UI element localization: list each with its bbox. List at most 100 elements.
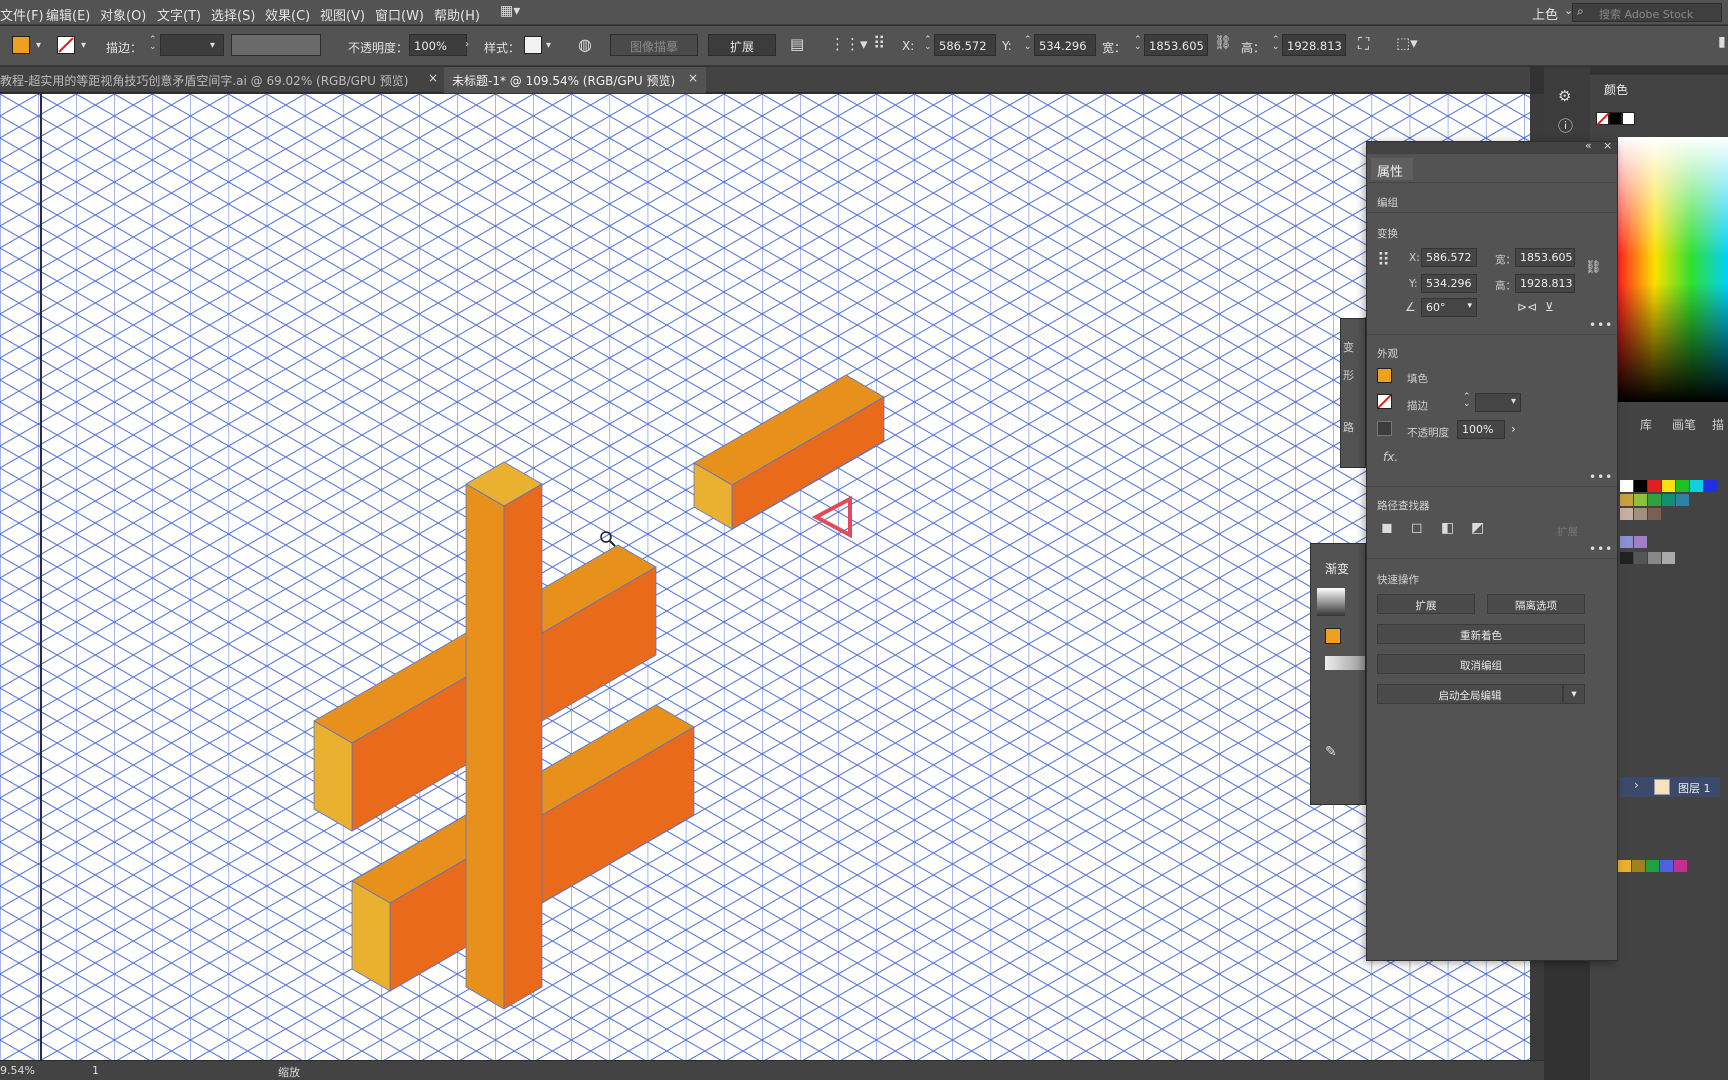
swatch-steel[interactable] [1676,494,1689,506]
shape-tab[interactable]: 形 [1343,367,1354,383]
graphic-style-swatch[interactable] [524,36,542,54]
chevron-down-icon[interactable]: ▾ [1467,301,1472,311]
gradient-panel-title[interactable]: 渐变 [1325,560,1349,577]
menu-view[interactable]: 视图(V) [320,5,365,24]
white-swatch[interactable] [1622,112,1635,125]
gradient-slider[interactable] [1325,656,1365,670]
swatch-lavender[interactable] [1620,536,1633,548]
swatch-cyan[interactable] [1690,480,1703,492]
chevron-right-icon[interactable]: › [465,39,469,50]
link-icon[interactable]: ⛓ [1585,260,1602,275]
swatch-blue[interactable] [1704,480,1717,492]
image-trace-button[interactable]: 图像描摹 [610,34,698,56]
transform-panel-collapsed[interactable]: 变 形 路 [1340,318,1366,468]
fill-swatch[interactable] [12,36,30,54]
stroke-stepper[interactable]: ⌃ ⌄ [1463,393,1471,409]
stroke-swatch[interactable] [57,36,75,54]
swatch-gray-1[interactable] [1620,552,1633,564]
chevron-right-icon[interactable]: › [1511,422,1516,436]
minus-front-icon[interactable]: ◻ [1411,520,1423,536]
menu-type[interactable]: 文字(T) [157,5,201,24]
x-field[interactable]: 586.572 [1421,248,1477,267]
more-options-icon[interactable]: ••• [1589,318,1613,332]
swatch-ochre[interactable] [1620,494,1633,506]
expand-button[interactable]: 扩展 [1377,594,1475,614]
swatch-red[interactable] [1648,480,1661,492]
chevron-right-icon[interactable]: › [1634,778,1639,792]
layer-name[interactable]: 图层 1 [1678,780,1711,796]
global-edit-button[interactable]: 启动全局编辑 [1377,684,1563,704]
swatch-yellow[interactable] [1662,480,1675,492]
isolate-icon[interactable]: ⬚▾ [1396,34,1418,52]
stroke-stepper[interactable]: ⌃ ⌄ [149,36,157,52]
menu-select[interactable]: 选择(S) [211,5,255,24]
height-stepper[interactable]: ⌃ ⌄ [1272,36,1280,52]
flip-horizontal-icon[interactable]: ⊳⊲ [1517,300,1537,314]
close-icon[interactable]: × [1603,139,1612,152]
layer-row[interactable]: › 图层 1 [1620,777,1720,797]
artboard-canvas[interactable] [0,94,1530,1060]
theme-swatch-2[interactable] [1632,860,1645,872]
panel-header[interactable]: « × [1367,139,1617,154]
align-panel-icon[interactable]: ▤ [790,35,804,53]
link-icon[interactable]: ⛓ [1214,35,1232,51]
color-panel-title[interactable]: 颜色 [1604,81,1628,98]
isolate-options-button[interactable]: 隔离选项 [1487,594,1585,614]
swatch-darkgreen[interactable] [1648,494,1661,506]
tab-libraries[interactable]: 库 [1640,416,1652,433]
swatch-teal[interactable] [1662,494,1675,506]
width-field[interactable]: 1853.605 [1144,34,1208,56]
artboard-number[interactable]: 1 [92,1064,99,1077]
transform-icon[interactable]: ⛶ [1358,34,1369,54]
distribute-icon[interactable]: ⋮⋮▾ [830,35,868,53]
height-field[interactable]: 1928.813 [1515,274,1575,293]
chevron-down-icon[interactable]: ▾ [1511,396,1516,407]
collapse-icon[interactable]: « [1585,139,1592,152]
info-icon[interactable]: ⓘ [1558,115,1573,136]
swatch-black[interactable] [1634,480,1647,492]
none-swatch[interactable] [1596,112,1610,126]
transform-tab[interactable]: 变 [1343,339,1354,355]
tab-tutorial-document[interactable]: 教程-超实用的等距视角技巧创意矛盾空间字.ai @ 69.02% (RGB/GP… [0,67,442,93]
chevron-down-icon[interactable]: ▾ [546,40,551,51]
fill-swatch[interactable] [1377,368,1392,383]
exclude-icon[interactable]: ◩ [1471,520,1484,536]
arrange-documents-icon[interactable]: ▦▾ [500,3,520,19]
y-stepper[interactable]: ⌃ ⌄ [1024,36,1032,52]
width-field[interactable]: 1853.605 [1515,248,1575,267]
swatch-gray-3[interactable] [1648,552,1661,564]
tab-untitled-document[interactable]: 未标题-1* @ 109.54% (RGB/GPU 预览) × [444,67,706,93]
intersect-icon[interactable]: ◧ [1441,520,1454,536]
opacity-field[interactable]: 100% [409,34,467,56]
swatch-gray-2[interactable] [1634,552,1647,564]
swatch-gray-4[interactable] [1662,552,1675,564]
swatch-taupe[interactable] [1634,508,1647,520]
menu-window[interactable]: 窗口(W) [375,5,424,24]
flip-vertical-icon[interactable]: ⊻ [1545,300,1554,314]
unite-icon[interactable]: ◼ [1381,520,1393,536]
theme-swatch-1[interactable] [1618,860,1631,872]
variable-width-profile[interactable] [231,34,321,56]
stock-search-input[interactable]: ⌕ 搜索 Adobe Stock [1572,3,1722,22]
menu-effect[interactable]: 效果(C) [265,5,310,24]
swatch-brown[interactable] [1648,508,1661,520]
swatch-white[interactable] [1620,480,1633,492]
more-options-icon[interactable]: ••• [1589,542,1613,556]
expand-button[interactable]: 扩展 [708,34,776,56]
zoom-level[interactable]: 9.54% [0,1064,35,1077]
y-field[interactable]: 534.296 [1421,274,1477,293]
tab-symbols[interactable]: 描 [1712,416,1724,433]
theme-swatch-3[interactable] [1646,860,1659,872]
y-field[interactable]: 534.296 [1034,34,1096,56]
gradient-preview[interactable] [1317,588,1345,616]
x-stepper[interactable]: ⌃ ⌄ [924,36,932,52]
gear-icon[interactable]: ⚙ [1558,87,1571,105]
menu-object[interactable]: 对象(O) [100,5,146,24]
chevron-down-icon[interactable]: ▾ [81,40,86,51]
pathfinder-expand[interactable]: 扩展 [1557,524,1578,539]
swatch-tan[interactable] [1620,508,1633,520]
tab-properties[interactable]: 属性 [1371,158,1413,180]
recolor-globe-icon[interactable]: ◍ [578,35,592,54]
eyedropper-icon[interactable]: ✎ [1325,744,1337,760]
tab-brushes[interactable]: 画笔 [1672,416,1696,433]
